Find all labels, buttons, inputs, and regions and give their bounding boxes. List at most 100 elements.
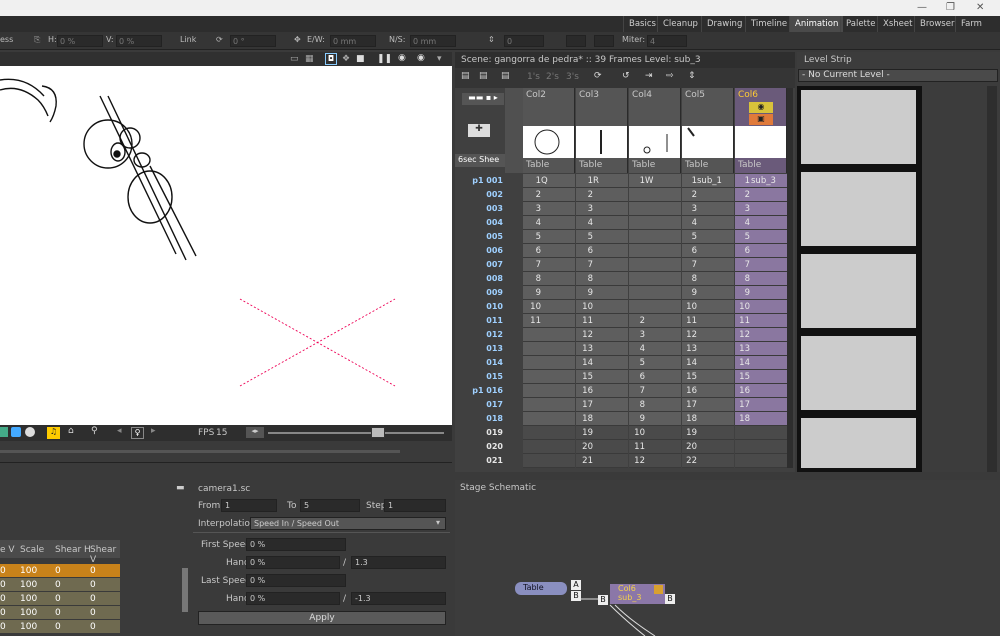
xsheet-row[interactable]: p1 0011Q1R1W1sub_11sub_31 <box>455 174 787 188</box>
level-dropdown[interactable]: - No Current Level - <box>798 69 998 82</box>
port-b[interactable]: B <box>665 594 675 604</box>
rotation-field[interactable]: 0 ° <box>230 35 276 47</box>
level-frame[interactable] <box>799 334 918 412</box>
room-tab[interactable]: Xsheet <box>877 16 917 32</box>
pegbar-label[interactable]: Table <box>526 160 549 170</box>
xsheet-row[interactable]: 006 6 6 6 6 6 <box>455 244 787 258</box>
function-cell[interactable]: 100 <box>20 580 37 590</box>
port-b[interactable]: B <box>598 595 608 605</box>
handle-value-field[interactable]: -1.3 <box>351 592 446 605</box>
function-cell[interactable]: 0 <box>0 594 6 604</box>
room-tab[interactable]: Farm <box>955 16 987 32</box>
function-cell[interactable]: 100 <box>20 566 37 576</box>
restore-icon[interactable]: ❐ <box>946 2 955 13</box>
xsheet-scrollbar[interactable] <box>787 88 793 468</box>
from-field[interactable]: 1 <box>221 499 277 512</box>
function-cell[interactable]: 100 <box>20 594 37 604</box>
frame-number[interactable]: 003 <box>455 204 503 213</box>
v-scale-field[interactable]: 0 % <box>116 35 162 47</box>
xsheet-row[interactable]: 002 2 2 2 2 2 <box>455 188 787 202</box>
add-column-icon[interactable]: ✚ <box>468 124 490 137</box>
fps-slider-track[interactable] <box>268 432 444 434</box>
function-row[interactable]: 0 100 0 0 <box>0 578 120 591</box>
join-dropdown[interactable] <box>566 35 586 47</box>
pegbar-label[interactable]: Table <box>685 160 708 170</box>
frame-number[interactable]: 002 <box>455 190 503 199</box>
column-node[interactable]: Col6 sub_3 <box>610 584 665 604</box>
xsheet-cell[interactable] <box>735 426 787 440</box>
toggle-icon[interactable]: ▬ <box>176 483 185 493</box>
render-toggle-icon[interactable] <box>654 585 663 594</box>
fps-slider-handle[interactable] <box>371 427 385 438</box>
h-scale-field[interactable]: 0 % <box>57 35 103 47</box>
fps-stepper[interactable]: ◂▸ <box>246 427 264 438</box>
frame-number[interactable]: 012 <box>455 330 503 339</box>
column-header[interactable]: Col4 Table <box>629 88 681 173</box>
column-header-active[interactable]: Col6 ◉ ▣ Table <box>735 88 787 173</box>
xsheet-row[interactable]: 021 21 12 22 <box>455 454 787 468</box>
table-node[interactable]: Table <box>515 582 567 595</box>
viewer-canvas[interactable] <box>0 66 452 425</box>
frame-number[interactable]: 018 <box>455 414 503 423</box>
toggle-3s[interactable]: 3's <box>566 72 579 82</box>
xsheet-row[interactable]: 004 4 4 4 4 4 <box>455 216 787 230</box>
home-icon[interactable]: ⌂ <box>68 426 74 436</box>
column-header[interactable]: Col3 Table <box>576 88 628 173</box>
xsheet-row[interactable]: 003 3 3 3 3 3 <box>455 202 787 216</box>
room-tab-active[interactable]: Animation <box>789 16 844 32</box>
function-rows[interactable]: 0 100 0 0 0 100 0 0 0 100 0 0 0 100 0 0 0 100 0 0 <box>0 564 120 636</box>
frame-number[interactable]: 013 <box>455 344 503 353</box>
function-cell[interactable]: 0 <box>55 566 61 576</box>
xsheet-row[interactable]: 014 14 5 14 14 14 <box>455 356 787 370</box>
new-level-icon[interactable]: ▤ <box>501 71 510 81</box>
lock-icon[interactable]: ⎘ <box>34 35 40 45</box>
frame-number[interactable]: 005 <box>455 232 503 241</box>
room-tab[interactable]: Palette <box>840 16 880 32</box>
function-cell[interactable]: 0 <box>55 594 61 604</box>
marker-icon[interactable]: ♀ <box>131 427 144 439</box>
xsheet-row[interactable]: 011 11 11 2 11 11 11 <box>455 314 787 328</box>
xsheet-row[interactable]: 009 9 9 9 9 9 <box>455 286 787 300</box>
column-header[interactable]: Col5 Table <box>682 88 734 173</box>
function-row[interactable]: 0 100 0 0 <box>0 592 120 605</box>
function-cell[interactable]: 0 <box>90 622 96 632</box>
pegbar-label[interactable]: Table <box>579 160 602 170</box>
frame-number[interactable]: 004 <box>455 218 503 227</box>
repeat-icon[interactable]: ↺ <box>622 71 630 81</box>
freeze-icon[interactable]: ◘ <box>325 53 337 65</box>
new-level-icon[interactable]: ▤ <box>461 71 470 81</box>
frame-number[interactable]: 019 <box>455 428 503 437</box>
level-frame[interactable] <box>799 416 918 470</box>
color-icon[interactable] <box>11 427 21 437</box>
preview-icon[interactable]: ❖ <box>342 54 350 64</box>
function-cell[interactable]: 0 <box>90 608 96 618</box>
next-frame-icon[interactable]: ▸ <box>151 426 156 436</box>
toggle-2s[interactable]: 2's <box>546 72 559 82</box>
function-cell[interactable]: 0 <box>55 608 61 618</box>
camera-view-icon[interactable]: ▭ <box>290 54 299 64</box>
level-frame[interactable] <box>799 88 918 166</box>
xsheet-row[interactable]: 017 17 8 17 17 17 <box>455 398 787 412</box>
xsheet-row[interactable]: 019 19 10 19 <box>455 426 787 440</box>
room-tab[interactable]: Browser <box>914 16 959 32</box>
close-icon[interactable]: ✕ <box>976 2 984 13</box>
frame-number[interactable]: 014 <box>455 358 503 367</box>
room-tab[interactable]: Timeline <box>745 16 792 32</box>
z-field[interactable]: 0 <box>504 35 544 47</box>
apply-button[interactable]: Apply <box>198 611 446 625</box>
toggle-1s[interactable]: 1's <box>527 72 540 82</box>
function-cell[interactable]: 0 <box>90 566 96 576</box>
xsheet-row[interactable]: 013 13 4 13 13 13 <box>455 342 787 356</box>
frame-number[interactable]: 010 <box>455 302 503 311</box>
function-cell[interactable]: 0 <box>0 608 6 618</box>
function-cell[interactable]: 100 <box>20 608 37 618</box>
pegbar-label[interactable]: Table <box>632 160 655 170</box>
xsheet-row[interactable]: 020 20 11 20 <box>455 440 787 454</box>
table-view-icon[interactable]: ▦ <box>305 54 314 64</box>
minimize-icon[interactable]: — <box>917 2 927 13</box>
function-cell[interactable]: 0 <box>0 566 6 576</box>
xsheet-menu-icon[interactable]: ▬▬ ▪ ▸ <box>462 93 504 105</box>
xsheet-row[interactable]: 012 12 3 12 12 12 <box>455 328 787 342</box>
step-field[interactable]: 1 <box>384 499 446 512</box>
xsheet-row[interactable]: p1 016 16 7 16 16 16 <box>455 384 787 398</box>
